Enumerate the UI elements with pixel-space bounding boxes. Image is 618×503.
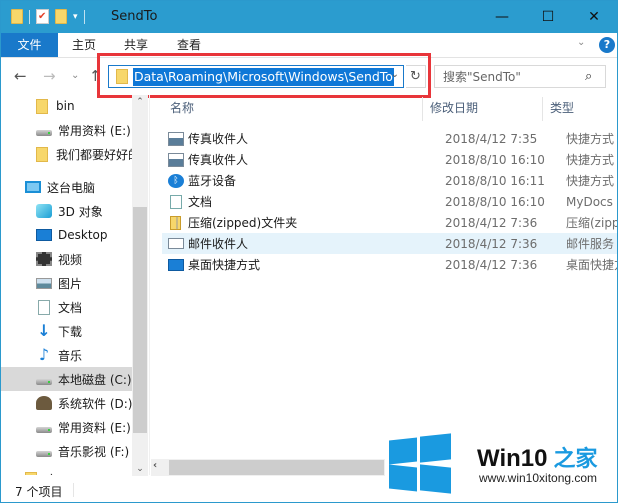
search-input[interactable]: 搜索"SendTo": [435, 68, 585, 85]
document-icon: [170, 194, 182, 209]
custom-drive-icon: [36, 396, 52, 410]
file-row[interactable]: 传真收件人 2018/4/12 7:35 快捷方式: [162, 128, 617, 149]
sidebar-item-drive-f[interactable]: 音乐影视 (F:): [1, 439, 132, 463]
help-icon[interactable]: ?: [599, 37, 615, 53]
item-count: 7 个项目: [15, 485, 63, 499]
column-divider[interactable]: [422, 97, 423, 121]
file-row[interactable]: 桌面快捷方式 2018/4/12 7:36 桌面快捷方式: [162, 254, 617, 275]
sidebar-item-drive-e[interactable]: 常用资料 (E:): [1, 118, 132, 142]
close-button[interactable]: ✕: [571, 1, 617, 33]
sidebar-item-bin[interactable]: bin: [1, 95, 132, 118]
fax-icon: [168, 152, 184, 167]
3d-objects-icon: [36, 204, 52, 218]
customize-toolbar-icon[interactable]: ▾: [73, 12, 78, 22]
folder-icon: [36, 98, 48, 114]
library-icon: [25, 471, 37, 475]
ribbon-tabs: 文件 主页 共享 查看 ⌄ ?: [1, 33, 617, 58]
sidebar-item-drive-c[interactable]: 本地磁盘 (C:): [1, 367, 132, 391]
sidebar-item-desktop[interactable]: Desktop: [1, 223, 132, 247]
file-row[interactable]: ᛒ 蓝牙设备 2018/8/10 16:11 快捷方式: [162, 170, 617, 191]
fax-icon: [168, 131, 184, 146]
navigation-pane: bin 常用资料 (E:) 我们都要好好的 这台电脑 3D 对象 Desktop…: [1, 95, 132, 475]
column-divider[interactable]: [542, 97, 543, 121]
address-bar[interactable]: Data\Roaming\Microsoft\Windows\SendTo ⌄: [108, 65, 404, 88]
new-folder-icon[interactable]: [55, 9, 67, 24]
column-header-date[interactable]: 修改日期: [430, 97, 478, 119]
file-row-highlighted[interactable]: 邮件收件人 2018/4/12 7:36 邮件服务: [162, 233, 617, 254]
address-input[interactable]: Data\Roaming\Microsoft\Windows\SendTo: [133, 67, 394, 86]
tab-home[interactable]: 主页: [72, 33, 96, 57]
tab-view[interactable]: 查看: [177, 33, 201, 57]
navigation-bar: ← → ⌄ ↑ Data\Roaming\Microsoft\Windows\S…: [1, 59, 617, 95]
watermark-title: Win10 之家: [477, 445, 598, 472]
sidebar-item-downloads[interactable]: ↓ 下载: [1, 319, 132, 343]
sidebar-item-music[interactable]: ♪ 音乐: [1, 343, 132, 367]
column-header-name[interactable]: 名称: [170, 97, 194, 119]
scrollbar-thumb[interactable]: [133, 207, 147, 433]
scroll-up-icon[interactable]: ⌃: [132, 97, 148, 107]
drive-icon: [36, 427, 52, 433]
file-row[interactable]: 文档 2018/8/10 16:10 MyDocs 下载: [162, 191, 617, 212]
explorer-window: ▾ SendTo — ☐ ✕ 文件 主页 共享 查看 ⌄ ? ← → ⌄ ↑ D…: [0, 0, 618, 503]
download-icon: ↓: [37, 321, 51, 340]
drive-icon: [36, 130, 52, 136]
title-bar: ▾ SendTo — ☐ ✕: [1, 1, 617, 33]
window-title: SendTo: [111, 9, 158, 24]
computer-icon: [25, 181, 41, 193]
sidebar-item-videos[interactable]: 视频: [1, 247, 132, 271]
divider: [83, 9, 85, 24]
up-button[interactable]: ↑: [89, 67, 102, 85]
music-icon: ♪: [38, 345, 50, 364]
refresh-button[interactable]: ↻: [406, 65, 426, 88]
drive-icon: [36, 451, 52, 457]
sidebar-item-libraries[interactable]: 库: [1, 467, 132, 475]
column-header-type[interactable]: 类型: [550, 97, 574, 119]
sidebar-item-pictures[interactable]: 图片: [1, 271, 132, 295]
desktop-shortcut-icon: [168, 258, 184, 271]
windows-drive-icon: [36, 379, 52, 385]
windows-logo-icon: [389, 433, 451, 495]
search-icon[interactable]: ⌕: [585, 69, 605, 84]
sidebar-item-folder[interactable]: 我们都要好好的: [1, 142, 132, 166]
sidebar-item-drive-e2[interactable]: 常用资料 (E:): [1, 415, 132, 439]
scrollbar-thumb[interactable]: [169, 460, 384, 475]
folder-icon: [116, 69, 128, 84]
watermark-url: www.win10xitong.com: [479, 471, 598, 485]
mail-icon: [168, 238, 184, 249]
zip-folder-icon: [170, 215, 181, 230]
properties-icon[interactable]: [36, 9, 49, 24]
tab-share[interactable]: 共享: [124, 33, 148, 57]
horizontal-scrollbar[interactable]: ‹: [151, 459, 385, 476]
recent-locations-button[interactable]: ⌄: [71, 70, 79, 81]
sidebar-item-3d-objects[interactable]: 3D 对象: [1, 199, 132, 223]
forward-button[interactable]: →: [43, 67, 56, 85]
address-dropdown-icon[interactable]: ⌄: [391, 69, 399, 80]
sidebar-item-drive-d[interactable]: 系统软件 (D:): [1, 391, 132, 415]
tab-file[interactable]: 文件: [1, 33, 58, 57]
bluetooth-icon: ᛒ: [168, 173, 184, 188]
document-icon: [38, 299, 50, 315]
scroll-down-icon[interactable]: ⌄: [132, 464, 148, 474]
expand-ribbon-icon[interactable]: ⌄: [577, 37, 585, 48]
search-box[interactable]: 搜索"SendTo" ⌕: [434, 65, 606, 88]
watermark: Win10 之家 www.win10xitong.com: [387, 433, 617, 503]
sidebar-item-documents[interactable]: 文档: [1, 295, 132, 319]
file-row[interactable]: 传真收件人 2018/8/10 16:10 快捷方式: [162, 149, 617, 170]
folder-icon: [11, 9, 23, 24]
folder-icon: [36, 146, 48, 162]
video-icon: [36, 252, 52, 266]
desktop-icon: [36, 229, 52, 241]
sidebar-scrollbar[interactable]: ⌃ ⌄: [132, 95, 148, 476]
minimize-button[interactable]: —: [479, 1, 525, 33]
sidebar-item-this-pc[interactable]: 这台电脑: [1, 175, 132, 199]
divider: [29, 9, 30, 24]
file-row[interactable]: 压缩(zipped)文件夹 2018/4/12 7:36 压缩(zipped): [162, 212, 617, 233]
divider: [73, 483, 74, 497]
pictures-icon: [36, 277, 52, 289]
maximize-button[interactable]: ☐: [525, 1, 571, 33]
scroll-left-icon[interactable]: ‹: [153, 460, 157, 471]
quick-access-toolbar: ▾: [11, 9, 85, 24]
pane-divider: [149, 95, 150, 475]
back-button[interactable]: ←: [14, 67, 27, 85]
